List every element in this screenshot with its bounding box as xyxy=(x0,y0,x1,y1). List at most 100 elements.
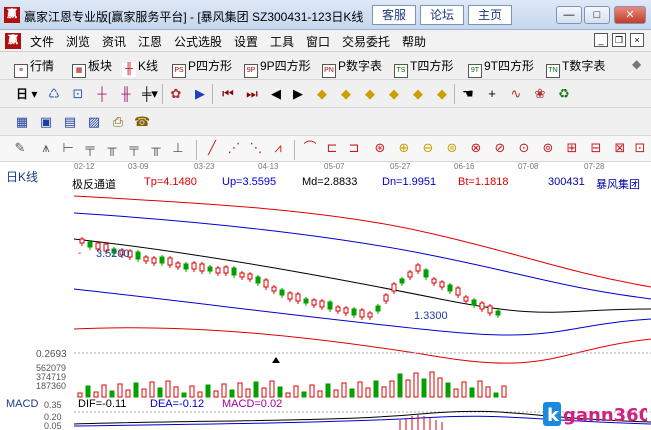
step-back-icon[interactable]: ◀ xyxy=(268,86,284,102)
print-icon[interactable]: ⎙ xyxy=(110,114,126,130)
diamond-tool-4-icon[interactable]: ◆ xyxy=(386,86,402,102)
mdi-close-button[interactable]: × xyxy=(630,33,644,47)
save-icon[interactable]: ▨ xyxy=(86,114,102,130)
line-tool-2-icon[interactable]: ⋰ xyxy=(226,140,242,156)
t-square-button[interactable]: TS T四方形 xyxy=(394,57,453,78)
indicator-info-row: 极反通道 Tp=4.1480 Up=3.5595 Md=2.8833 Dn=1.… xyxy=(0,175,651,191)
pointer-icon[interactable]: ✎ xyxy=(12,140,28,156)
circle-tool-4-icon[interactable]: ⊜ xyxy=(444,140,460,156)
quote-icon: ≡ xyxy=(14,64,28,78)
mdi-minimize-button[interactable]: _ xyxy=(594,33,608,47)
quote-button[interactable]: ≡ 行情 xyxy=(14,57,54,78)
first-bar-icon[interactable]: ⏮ xyxy=(220,86,236,102)
time-tool-icon[interactable]: ⊥ xyxy=(170,140,186,156)
grid-tool-3-icon[interactable]: ╤ xyxy=(126,140,142,156)
table-icon[interactable]: ▤ xyxy=(62,114,78,130)
candle-body xyxy=(287,292,293,300)
diamond-tool-2-icon[interactable]: ◆ xyxy=(338,86,354,102)
fan-tool-1-icon[interactable]: ⩚ xyxy=(38,140,54,156)
bar-style-icon[interactable]: ╫ xyxy=(118,86,134,102)
p-number-table-button[interactable]: PN P数字表 xyxy=(322,57,382,78)
candle-body xyxy=(279,289,285,296)
menu-window[interactable]: 窗口 xyxy=(306,33,330,50)
circle-tool-7-icon[interactable]: ⊙ xyxy=(516,140,532,156)
9p-square-button[interactable]: 9P 9P四方形 xyxy=(244,57,311,78)
gann-tool-icon[interactable]: ✿ xyxy=(168,86,184,102)
pattern-icon[interactable]: ❀ xyxy=(532,86,548,102)
t-number-table-button[interactable]: TN T数字表 xyxy=(546,57,605,78)
candle-body xyxy=(263,279,269,288)
homepage-link[interactable]: 主页 xyxy=(468,5,512,25)
calendar-icon[interactable]: ▦ xyxy=(14,114,30,130)
volume-bar xyxy=(285,392,291,398)
line-tool-1-icon[interactable]: ╱ xyxy=(204,140,220,156)
arc-tool-3-icon[interactable]: ⊐ xyxy=(346,140,362,156)
square-tool-3-icon[interactable]: ⊠ xyxy=(612,140,628,156)
wave-icon[interactable]: ∿ xyxy=(508,86,524,102)
9t-square-button[interactable]: 9T 9T四方形 xyxy=(468,57,534,78)
calculator-icon[interactable]: ▣ xyxy=(38,114,54,130)
broadcast-icon[interactable]: ☎ xyxy=(134,114,150,130)
menu-news[interactable]: 资讯 xyxy=(102,33,126,50)
close-button[interactable]: ✕ xyxy=(614,6,646,24)
app-logo-icon: 赢 xyxy=(4,7,20,23)
line-tool-3-icon[interactable]: ⋱ xyxy=(248,140,264,156)
minimize-button[interactable]: — xyxy=(556,6,582,24)
grid-tool-4-icon[interactable]: ╥ xyxy=(148,140,164,156)
diamond-tool-5-icon[interactable]: ◆ xyxy=(410,86,426,102)
candle-style-icon[interactable]: ┼ xyxy=(94,86,110,102)
refresh-icon[interactable]: ♺ xyxy=(46,86,62,102)
menu-help[interactable]: 帮助 xyxy=(402,33,426,50)
line-tool-4-icon[interactable]: ⩘ xyxy=(270,140,286,156)
square-tool-1-icon[interactable]: ⊞ xyxy=(564,140,580,156)
sector-button[interactable]: ▦ 板块 xyxy=(72,57,112,78)
grid-tool-1-icon[interactable]: ╤ xyxy=(82,140,98,156)
toolbar-more-icon[interactable]: ◆ xyxy=(632,57,641,75)
circle-tool-1-icon[interactable]: ⊛ xyxy=(372,140,388,156)
menu-browse[interactable]: 浏览 xyxy=(66,33,90,50)
zoom-icon[interactable]: ⊡ xyxy=(70,86,86,102)
maximize-button[interactable]: □ xyxy=(584,6,610,24)
circle-tool-5-icon[interactable]: ⊗ xyxy=(468,140,484,156)
last-bar-icon[interactable]: ⏭ xyxy=(244,86,260,102)
line-style-icon[interactable]: ╪▾ xyxy=(142,86,158,102)
square-tool-4-icon[interactable]: ⊡ xyxy=(632,140,648,156)
menu-settings[interactable]: 设置 xyxy=(234,33,258,50)
menu-gann[interactable]: 江恩 xyxy=(138,33,162,50)
crosshair-icon[interactable]: + xyxy=(484,86,500,102)
circle-tool-2-icon[interactable]: ⊕ xyxy=(396,140,412,156)
arc-tool-2-icon[interactable]: ⊏ xyxy=(324,140,340,156)
recycle-icon[interactable]: ♻ xyxy=(556,86,572,102)
flag-icon[interactable]: ▶ xyxy=(192,86,208,102)
diamond-tool-3-icon[interactable]: ◆ xyxy=(362,86,378,102)
candle-body xyxy=(175,262,181,268)
tp-value: Tp=4.1480 xyxy=(144,176,197,188)
step-forward-icon[interactable]: ▶ xyxy=(290,86,306,102)
circle-tool-3-icon[interactable]: ⊖ xyxy=(420,140,436,156)
period-select[interactable]: 日 ▾ xyxy=(16,85,37,103)
fan-tool-2-icon[interactable]: ⊢ xyxy=(60,140,76,156)
customer-service-link[interactable]: 客服 xyxy=(372,5,416,25)
kline-chart[interactable]: - 3.5200 1.3300 0.2693 562079 374719 187… xyxy=(0,191,651,398)
kline-button[interactable]: ╫ K线 xyxy=(122,57,158,77)
square-tool-2-icon[interactable]: ⊟ xyxy=(588,140,604,156)
circle-tool-8-icon[interactable]: ⊚ xyxy=(540,140,556,156)
mdi-restore-button[interactable]: ❐ xyxy=(612,33,626,47)
diamond-tool-1-icon[interactable]: ◆ xyxy=(314,86,330,102)
dif-value: DIF=-0.11 xyxy=(78,398,127,410)
grid-tool-2-icon[interactable]: ╥ xyxy=(104,140,120,156)
candle-body xyxy=(415,264,421,272)
circle-tool-6-icon[interactable]: ⊘ xyxy=(492,140,508,156)
hand-icon[interactable]: ☚ xyxy=(460,86,476,102)
menu-formula-select[interactable]: 公式选股 xyxy=(174,33,222,50)
diamond-tool-6-icon[interactable]: ◆ xyxy=(434,86,450,102)
volume-bar xyxy=(373,380,379,398)
arc-tool-1-icon[interactable]: ⌒ xyxy=(302,140,318,156)
menu-file[interactable]: 文件 xyxy=(30,33,54,50)
menu-trade[interactable]: 交易委托 xyxy=(342,33,390,50)
p-square-button[interactable]: PS P四方形 xyxy=(172,57,232,78)
menu-tools[interactable]: 工具 xyxy=(270,33,294,50)
volume-bar xyxy=(301,391,307,398)
forum-link[interactable]: 论坛 xyxy=(420,5,464,25)
volume-bar xyxy=(213,390,219,398)
